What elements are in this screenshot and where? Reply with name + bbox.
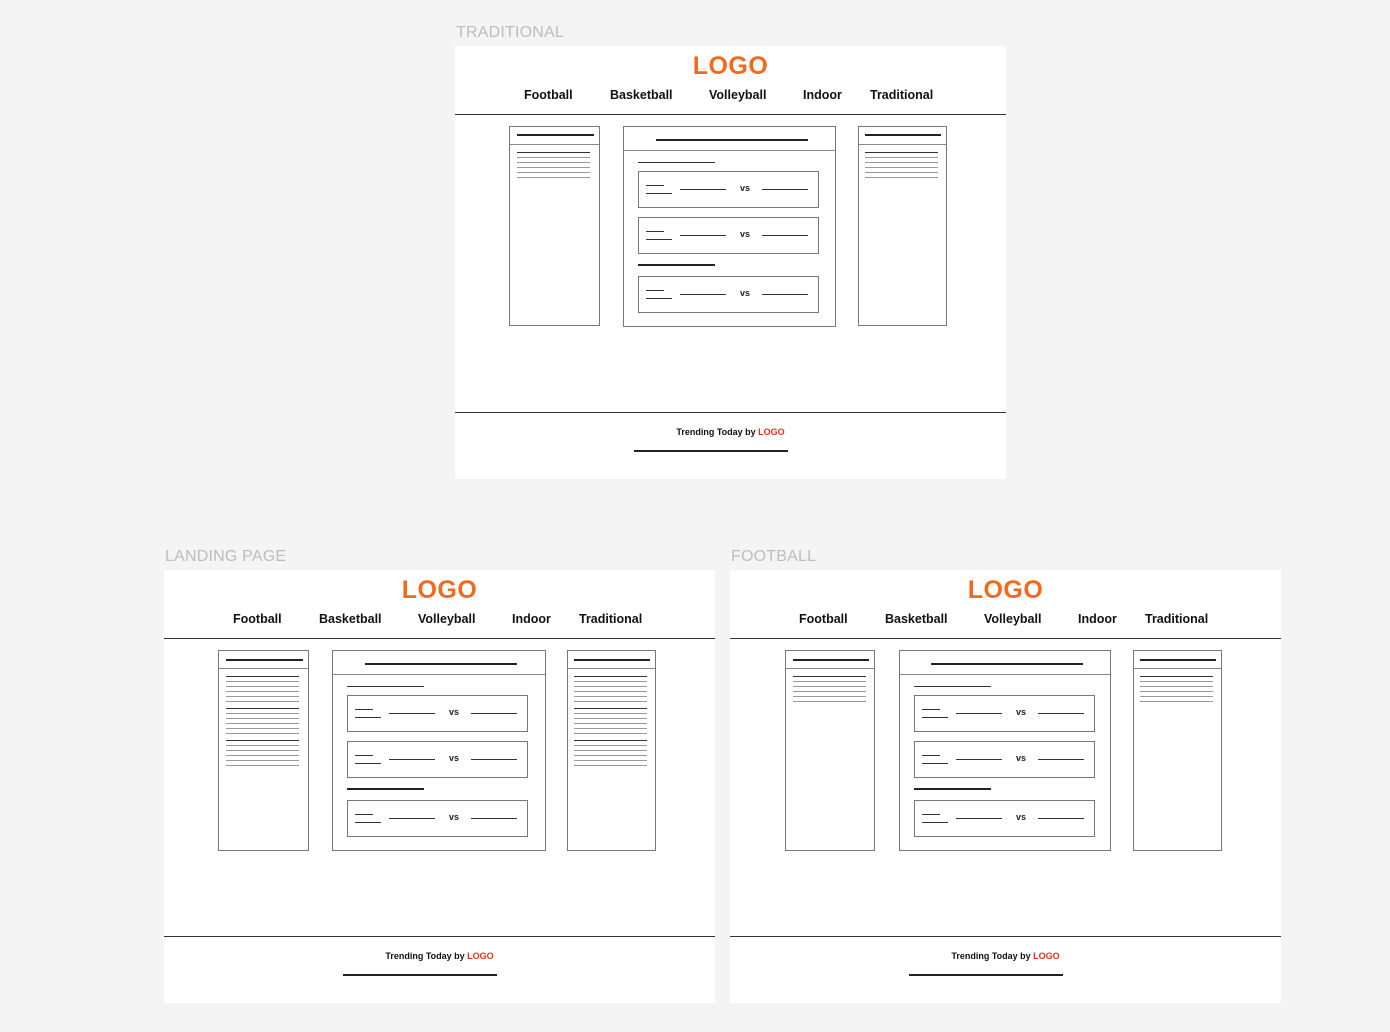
nav-item-basketball[interactable]: Basketball	[319, 612, 382, 626]
footer-divider	[164, 936, 715, 937]
nav-item-football[interactable]: Football	[233, 612, 282, 626]
nav-item-football[interactable]: Football	[524, 88, 573, 102]
vs-label: vs	[1016, 812, 1027, 822]
main-nav: Football Basketball Volleyball Indoor Tr…	[730, 612, 1281, 630]
vs-label: vs	[449, 812, 460, 822]
vs-label: vs	[449, 707, 460, 717]
frame-football: LOGO Football Basketball Volleyball Indo…	[730, 570, 1281, 1003]
footer-underline	[634, 450, 788, 452]
frame-label-traditional: TRADITIONAL	[456, 24, 564, 41]
vs-label: vs	[740, 183, 751, 193]
right-sidebar-placeholder	[858, 126, 947, 326]
vs-label: vs	[740, 229, 751, 239]
center-content-placeholder: vs vs vs	[899, 650, 1111, 851]
match-card[interactable]: vs	[914, 695, 1095, 732]
header-divider	[164, 638, 715, 639]
left-sidebar-placeholder	[218, 650, 309, 851]
left-sidebar-placeholder	[785, 650, 875, 851]
left-sidebar-placeholder	[509, 126, 600, 326]
logo[interactable]: LOGO	[730, 576, 1281, 605]
frame-traditional: LOGO Football Basketball Volleyball Indo…	[455, 46, 1006, 479]
nav-item-traditional[interactable]: Traditional	[870, 88, 933, 102]
main-nav: Football Basketball Volleyball Indoor Tr…	[164, 612, 715, 630]
main-nav: Football Basketball Volleyball Indoor Tr…	[455, 88, 1006, 106]
center-content-placeholder: vs vs vs	[623, 126, 836, 327]
match-card[interactable]: vs	[638, 217, 819, 254]
footer-underline	[909, 974, 1063, 976]
match-card[interactable]: vs	[347, 741, 528, 778]
nav-item-volleyball[interactable]: Volleyball	[709, 88, 766, 102]
footer-text: Trending Today by LOGO	[164, 951, 715, 961]
nav-item-basketball[interactable]: Basketball	[885, 612, 948, 626]
header-divider	[730, 638, 1281, 639]
nav-item-traditional[interactable]: Traditional	[579, 612, 642, 626]
nav-item-traditional[interactable]: Traditional	[1145, 612, 1208, 626]
vs-label: vs	[1016, 707, 1027, 717]
nav-item-basketball[interactable]: Basketball	[610, 88, 673, 102]
match-card[interactable]: vs	[638, 171, 819, 208]
right-sidebar-placeholder	[1133, 650, 1222, 851]
footer-label: Trending Today by	[676, 427, 759, 437]
nav-item-football[interactable]: Football	[799, 612, 848, 626]
footer-logo[interactable]: LOGO	[1033, 951, 1060, 961]
header-divider	[455, 114, 1006, 115]
nav-item-indoor[interactable]: Indoor	[1078, 612, 1117, 626]
footer-text: Trending Today by LOGO	[730, 951, 1281, 961]
footer-underline	[343, 974, 497, 976]
match-card[interactable]: vs	[914, 800, 1095, 837]
frame-landing-page: LOGO Football Basketball Volleyball Indo…	[164, 570, 715, 1003]
frame-label-football: FOOTBALL	[731, 548, 817, 565]
logo[interactable]: LOGO	[455, 52, 1006, 81]
footer-label: Trending Today by	[951, 951, 1034, 961]
match-card[interactable]: vs	[347, 695, 528, 732]
nav-item-indoor[interactable]: Indoor	[512, 612, 551, 626]
match-card[interactable]: vs	[638, 276, 819, 313]
frame-label-landing-page: LANDING PAGE	[165, 548, 287, 565]
footer-divider	[730, 936, 1281, 937]
vs-label: vs	[740, 288, 751, 298]
footer-label: Trending Today by	[385, 951, 468, 961]
nav-item-volleyball[interactable]: Volleyball	[418, 612, 475, 626]
nav-item-volleyball[interactable]: Volleyball	[984, 612, 1041, 626]
logo[interactable]: LOGO	[164, 576, 715, 605]
match-card[interactable]: vs	[347, 800, 528, 837]
footer-logo[interactable]: LOGO	[758, 427, 785, 437]
match-card[interactable]: vs	[914, 741, 1095, 778]
vs-label: vs	[1016, 753, 1027, 763]
footer-text: Trending Today by LOGO	[455, 427, 1006, 437]
right-sidebar-placeholder	[567, 650, 656, 851]
center-content-placeholder: vs vs vs	[332, 650, 546, 851]
footer-logo[interactable]: LOGO	[467, 951, 494, 961]
footer-divider	[455, 412, 1006, 413]
nav-item-indoor[interactable]: Indoor	[803, 88, 842, 102]
vs-label: vs	[449, 753, 460, 763]
